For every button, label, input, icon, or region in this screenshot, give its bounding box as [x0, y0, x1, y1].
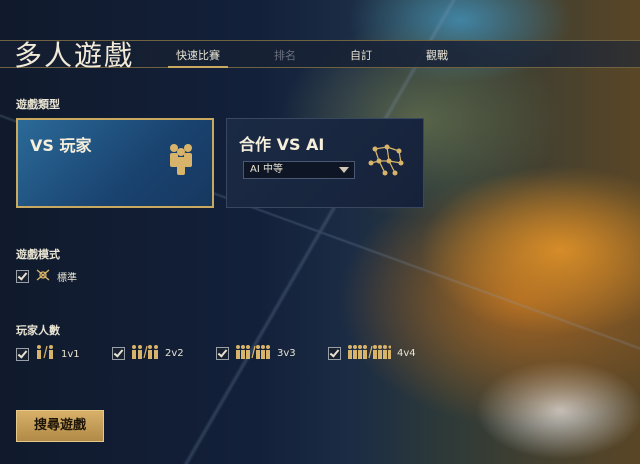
- 4v4-checkbox[interactable]: [328, 347, 341, 360]
- player-count-1v1-option[interactable]: 1v1: [16, 345, 80, 363]
- 4v4-label: 4v4: [397, 348, 416, 359]
- vs-players-title: VS 玩家: [30, 136, 92, 155]
- vs-players-card[interactable]: VS 玩家: [16, 118, 214, 208]
- tab-quick-match[interactable]: 快速比賽: [168, 44, 228, 68]
- page-title: 多人遊戲: [14, 39, 135, 72]
- chevron-down-icon: [339, 167, 349, 173]
- player-count-label: 玩家人數: [16, 324, 60, 337]
- standard-mode-icon: [35, 268, 51, 285]
- 1v1-label: 1v1: [61, 348, 80, 360]
- player-count-2v2-option[interactable]: 2v2: [112, 345, 184, 362]
- 3v3-checkbox[interactable]: [216, 347, 229, 360]
- game-type-label: 遊戲類型: [16, 98, 60, 111]
- 3v3-icon: [235, 345, 271, 362]
- game-mode-standard-option[interactable]: 標準: [16, 268, 77, 285]
- tab-bar: 快速比賽 排名 自訂 觀戰: [168, 44, 494, 68]
- players-group-icon: [166, 142, 196, 182]
- 2v2-icon: [131, 345, 159, 362]
- 1v1-icon: [35, 345, 55, 363]
- player-count-3v3-option[interactable]: 3v3: [216, 345, 296, 362]
- ai-network-icon: [367, 143, 407, 183]
- game-mode-label: 遊戲模式: [16, 248, 60, 261]
- 2v2-checkbox[interactable]: [112, 347, 125, 360]
- ai-difficulty-value: AI 中等: [250, 164, 283, 175]
- coop-vs-ai-card[interactable]: 合作 VS AI AI 中等: [226, 118, 424, 208]
- tab-custom[interactable]: 自訂: [342, 44, 380, 68]
- search-game-button[interactable]: 搜尋遊戲: [16, 410, 104, 442]
- coop-vs-ai-title: 合作 VS AI: [239, 135, 325, 154]
- 2v2-label: 2v2: [165, 348, 184, 359]
- ai-difficulty-select[interactable]: AI 中等: [243, 161, 355, 179]
- 3v3-label: 3v3: [277, 348, 296, 359]
- standard-label: 標準: [57, 273, 77, 284]
- tab-spectate[interactable]: 觀戰: [418, 44, 456, 68]
- standard-checkbox[interactable]: [16, 270, 29, 283]
- tab-ranked[interactable]: 排名: [266, 44, 304, 68]
- 1v1-checkbox[interactable]: [16, 347, 29, 361]
- player-count-4v4-option[interactable]: 4v4: [328, 345, 416, 362]
- 4v4-icon: [347, 345, 392, 362]
